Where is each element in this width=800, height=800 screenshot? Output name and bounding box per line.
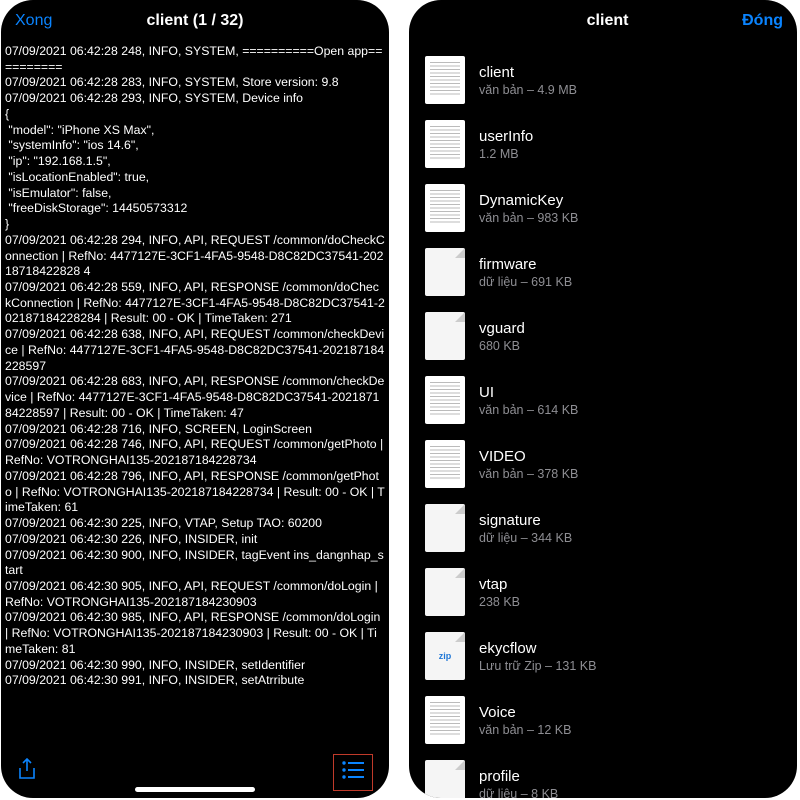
- share-icon[interactable]: [17, 758, 37, 787]
- file-row[interactable]: UI văn bản – 614 KB: [409, 368, 797, 432]
- file-thumb-icon: [425, 312, 465, 360]
- list-view-button[interactable]: [333, 754, 373, 791]
- file-row[interactable]: vtap 238 KB: [409, 560, 797, 624]
- file-thumb-icon: [425, 568, 465, 616]
- file-name: vtap: [479, 576, 520, 593]
- log-viewer-screen: Xong client (1 / 32) 07/09/2021 06:42:28…: [1, 0, 389, 798]
- file-thumb-icon: [425, 504, 465, 552]
- file-meta: 1.2 MB: [479, 147, 533, 161]
- file-row[interactable]: client văn bản – 4.9 MB: [409, 48, 797, 112]
- file-name: firmware: [479, 256, 572, 273]
- toolbar: [1, 746, 389, 798]
- file-row[interactable]: vguard 680 KB: [409, 304, 797, 368]
- file-meta: văn bản – 378 KB: [479, 467, 578, 481]
- file-browser-screen: client Đóng client văn bản – 4.9 MB userIn…: [409, 0, 797, 798]
- file-name: profile: [479, 768, 558, 785]
- file-row[interactable]: profile dữ liệu – 8 KB: [409, 752, 797, 798]
- file-thumb-icon: zip: [425, 632, 465, 680]
- home-indicator[interactable]: [135, 787, 255, 792]
- file-name: userInfo: [479, 128, 533, 145]
- file-row[interactable]: signature dữ liệu – 344 KB: [409, 496, 797, 560]
- file-row[interactable]: zip ekycflow Lưu trữ Zip – 131 KB: [409, 624, 797, 688]
- file-thumb-icon: [425, 120, 465, 168]
- file-thumb-icon: [425, 248, 465, 296]
- file-thumb-icon: [425, 696, 465, 744]
- file-name: UI: [479, 384, 578, 401]
- file-meta: dữ liệu – 344 KB: [479, 531, 572, 545]
- back-button[interactable]: Xong: [15, 12, 52, 30]
- log-content[interactable]: 07/09/2021 06:42:28 248, INFO, SYSTEM, =…: [1, 42, 389, 746]
- file-row[interactable]: firmware dữ liệu – 691 KB: [409, 240, 797, 304]
- file-thumb-icon: [425, 56, 465, 104]
- file-row[interactable]: VIDEO văn bản – 378 KB: [409, 432, 797, 496]
- close-button[interactable]: Đóng: [742, 12, 783, 30]
- file-thumb-icon: [425, 376, 465, 424]
- list-icon: [342, 761, 364, 779]
- file-meta: 238 KB: [479, 595, 520, 609]
- file-list[interactable]: client văn bản – 4.9 MB userInfo 1.2 MB Dyna…: [409, 42, 797, 798]
- file-name: signature: [479, 512, 572, 529]
- file-row[interactable]: userInfo 1.2 MB: [409, 112, 797, 176]
- file-row[interactable]: Voice văn bản – 12 KB: [409, 688, 797, 752]
- file-meta: văn bản – 12 KB: [479, 723, 571, 737]
- file-row[interactable]: DynamicKey văn bản – 983 KB: [409, 176, 797, 240]
- nav-bar: Xong client (1 / 32): [1, 0, 389, 42]
- nav-bar: client Đóng: [409, 0, 797, 42]
- file-name: Voice: [479, 704, 571, 721]
- file-thumb-icon: [425, 760, 465, 798]
- file-name: VIDEO: [479, 448, 578, 465]
- file-thumb-icon: [425, 184, 465, 232]
- file-meta: văn bản – 983 KB: [479, 211, 578, 225]
- file-name: client: [479, 64, 577, 81]
- file-meta: Lưu trữ Zip – 131 KB: [479, 659, 597, 673]
- file-meta: 680 KB: [479, 339, 525, 353]
- file-meta: văn bản – 614 KB: [479, 403, 578, 417]
- page-title: client (1 / 32): [1, 12, 389, 30]
- file-name: DynamicKey: [479, 192, 578, 209]
- file-thumb-icon: [425, 440, 465, 488]
- file-meta: văn bản – 4.9 MB: [479, 83, 577, 97]
- file-meta: dữ liệu – 691 KB: [479, 275, 572, 289]
- file-meta: dữ liệu – 8 KB: [479, 787, 558, 799]
- file-name: vguard: [479, 320, 525, 337]
- file-name: ekycflow: [479, 640, 597, 657]
- page-title: client: [473, 12, 742, 30]
